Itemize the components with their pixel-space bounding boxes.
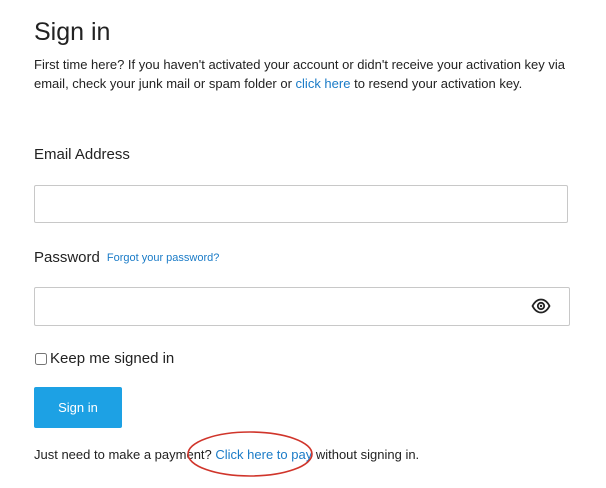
password-field[interactable] — [34, 287, 570, 326]
payment-text-after: without signing in. — [312, 447, 420, 462]
pay-link[interactable]: Click here to pay — [215, 447, 312, 462]
password-label: Password — [34, 249, 100, 266]
payment-line: Just need to make a payment? Click here … — [34, 445, 419, 464]
signin-button[interactable]: Sign in — [34, 387, 122, 428]
eye-icon[interactable] — [531, 297, 551, 315]
password-field-wrapper — [34, 287, 570, 326]
payment-text-before: Just need to make a payment? — [34, 447, 216, 462]
keep-signed-in-label[interactable]: Keep me signed in — [50, 349, 174, 369]
forgot-password-link[interactable]: Forgot your password? — [107, 252, 220, 264]
keep-signed-in-row: Keep me signed in — [34, 349, 174, 369]
intro-text: First time here? If you haven't activate… — [34, 55, 574, 93]
email-field[interactable] — [34, 185, 568, 223]
resend-activation-link[interactable]: click here — [296, 76, 351, 91]
password-label-row: Password Forgot your password? — [34, 248, 219, 269]
keep-signed-in-checkbox[interactable] — [35, 353, 47, 365]
intro-text-after: to resend your activation key. — [350, 76, 523, 91]
email-label: Email Address — [34, 146, 130, 163]
page-title: Sign in — [34, 18, 111, 46]
